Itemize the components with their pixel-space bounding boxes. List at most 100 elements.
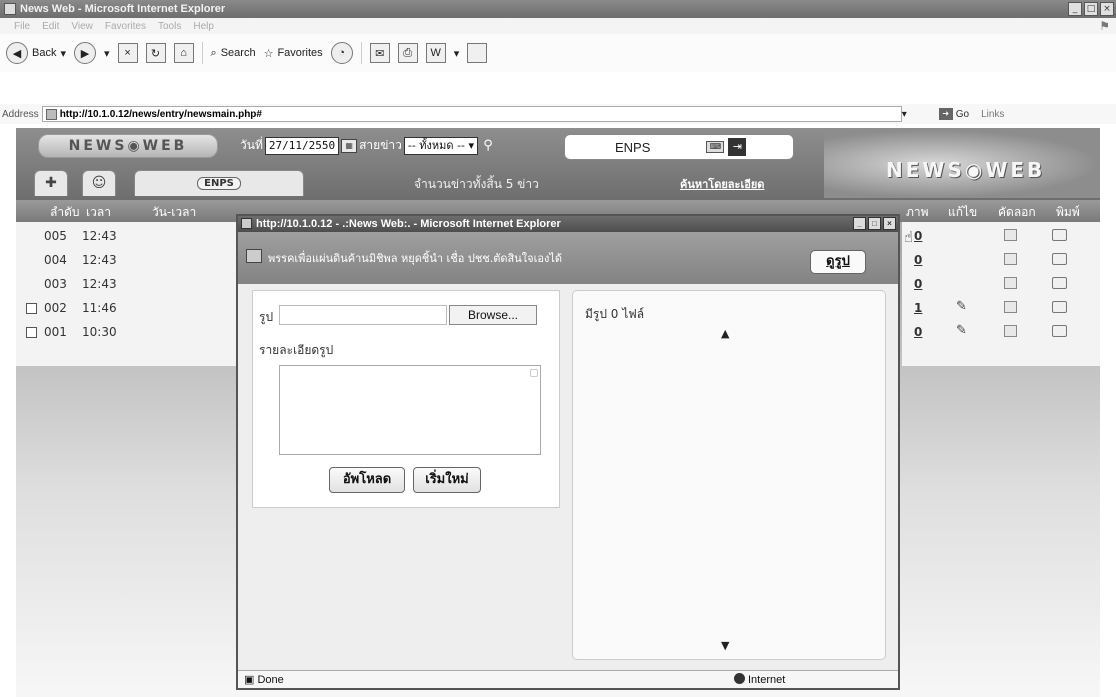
row-time: 12:43 bbox=[82, 253, 117, 267]
ie-titlebar: News Web - Microsoft Internet Explorer _… bbox=[0, 0, 1116, 18]
print-icon[interactable] bbox=[1052, 301, 1067, 313]
tab-enps[interactable]: ENPS bbox=[134, 170, 304, 196]
mail-icon[interactable]: ✉ bbox=[369, 43, 390, 63]
go-button[interactable]: ➜ Go bbox=[938, 108, 970, 120]
chevron-down-icon[interactable]: ▾ bbox=[60, 47, 66, 60]
picture-description-textarea[interactable] bbox=[279, 365, 541, 455]
users-tab[interactable]: ☺ bbox=[82, 170, 116, 196]
pics-link[interactable]: 0 bbox=[914, 253, 922, 267]
copy-icon[interactable] bbox=[1004, 229, 1017, 241]
calendar-icon[interactable]: ▦ bbox=[341, 138, 358, 153]
picture-files-panel: มีรูป 0 ไฟล์ ▲ ▼ bbox=[572, 290, 886, 660]
actions-row: 0 bbox=[902, 272, 1100, 296]
col-print: พิมพ์ bbox=[1056, 205, 1080, 219]
row-number: 005 bbox=[44, 229, 67, 243]
logout-icon[interactable]: ⇥ bbox=[728, 138, 747, 156]
home-icon[interactable]: ⌂ bbox=[173, 43, 194, 63]
popup-titlebar: http://10.1.0.12 - .:News Web:. - Micros… bbox=[238, 216, 898, 232]
table-row[interactable]: 004 12:43 bbox=[16, 248, 238, 272]
upload-panel: รูป Browse... รายละเอียดรูป อัพโหลด เริ่… bbox=[252, 290, 560, 508]
window-controls: _ □ × bbox=[1068, 2, 1114, 16]
back-button[interactable]: ◀ Back ▾ bbox=[6, 42, 66, 64]
view-pictures-button[interactable]: ดูรูป bbox=[810, 250, 866, 274]
upload-button[interactable]: อัพโหลด bbox=[329, 467, 405, 493]
table-row[interactable]: 001 10:30 bbox=[16, 320, 238, 344]
news-list: 005 12:43 004 12:43 003 12:43 002 11:46 … bbox=[16, 222, 238, 366]
pics-link[interactable]: 1 bbox=[914, 301, 922, 315]
menu-file[interactable]: File bbox=[14, 21, 30, 32]
popup-minimize-button[interactable]: _ bbox=[853, 217, 866, 230]
print-icon[interactable]: ⎙ bbox=[397, 43, 418, 63]
print-icon[interactable] bbox=[1052, 277, 1067, 289]
back-arrow-icon: ◀ bbox=[6, 42, 28, 64]
row-checkbox[interactable] bbox=[26, 302, 37, 314]
menu-edit[interactable]: Edit bbox=[42, 21, 59, 32]
maximize-button[interactable]: □ bbox=[1084, 2, 1098, 16]
news-headline: พรรคเพื่อแผ่นดินค้านมิชิพล หยุดชิ้นำ เชื… bbox=[268, 252, 563, 265]
menu-help[interactable]: Help bbox=[193, 21, 214, 32]
pics-link[interactable]: 0 bbox=[914, 229, 922, 243]
chevron-down-icon[interactable]: ▾ bbox=[104, 47, 110, 60]
add-news-tab[interactable]: ✚ bbox=[34, 170, 68, 196]
print-icon[interactable] bbox=[1052, 253, 1067, 265]
search-button[interactable]: ⌕ Search bbox=[211, 47, 256, 60]
word-icon[interactable]: W bbox=[425, 43, 446, 63]
advanced-search-link[interactable]: ค้นหาโดยละเอียด bbox=[680, 175, 764, 193]
date-input[interactable]: 27/11/2550 bbox=[264, 136, 340, 155]
menu-tools[interactable]: Tools bbox=[158, 21, 181, 32]
keyboard-icon[interactable]: ⌨ bbox=[706, 141, 725, 153]
copy-icon[interactable] bbox=[1004, 277, 1017, 289]
print-icon[interactable] bbox=[1052, 229, 1067, 241]
pics-link[interactable]: 0 bbox=[914, 277, 922, 291]
col-time: เวลา bbox=[86, 205, 111, 219]
address-dropdown-icon[interactable]: ▾ bbox=[902, 109, 907, 120]
search-label: Search bbox=[220, 47, 256, 59]
popup-close-button[interactable]: × bbox=[883, 217, 896, 230]
close-button[interactable]: × bbox=[1100, 2, 1114, 16]
popup-maximize-button[interactable]: □ bbox=[868, 217, 881, 230]
stop-icon[interactable]: × bbox=[117, 43, 138, 63]
address-input[interactable]: http://10.1.0.12/news/entry/newsmain.php… bbox=[41, 106, 902, 122]
windows-logo-icon: ⚑ bbox=[1099, 19, 1110, 33]
copy-icon[interactable] bbox=[1004, 253, 1017, 265]
pencil-icon[interactable]: ✎ bbox=[956, 323, 967, 338]
go-label: Go bbox=[955, 108, 970, 120]
copy-icon[interactable] bbox=[1004, 325, 1017, 337]
copy-icon[interactable] bbox=[1004, 301, 1017, 313]
col-edit: แก้ไข bbox=[948, 205, 978, 219]
address-bar: Address http://10.1.0.12/news/entry/news… bbox=[0, 104, 1116, 124]
table-row[interactable]: 002 11:46 bbox=[16, 296, 238, 320]
col-order: ลำดับ bbox=[50, 205, 80, 219]
forward-button[interactable]: ▶ bbox=[74, 42, 96, 64]
ie-toolbar: ◀ Back ▾ ▶ ▾ × ↻ ⌂ ⌕ Search ☆ Favorites … bbox=[0, 34, 1116, 72]
actions-row: 0 ✎ bbox=[902, 320, 1100, 344]
scroll-down-icon[interactable]: ▼ bbox=[721, 639, 729, 652]
menu-view[interactable]: View bbox=[71, 21, 93, 32]
news-line-select[interactable]: -- ทั้งหมด -- ▾ bbox=[403, 136, 479, 155]
reset-button[interactable]: เริ่มใหม่ bbox=[413, 467, 481, 493]
links-button[interactable]: Links bbox=[981, 109, 1004, 120]
table-row[interactable]: 005 12:43 bbox=[16, 224, 238, 248]
menu-favorites[interactable]: Favorites bbox=[105, 21, 146, 32]
favorites-button[interactable]: ☆ Favorites bbox=[264, 47, 323, 60]
minimize-button[interactable]: _ bbox=[1068, 2, 1082, 16]
browse-button[interactable]: Browse... bbox=[449, 305, 537, 325]
pencil-icon[interactable]: ✎ bbox=[956, 299, 967, 314]
search-icon[interactable]: ⚲ bbox=[480, 138, 496, 154]
picture-popup-window: http://10.1.0.12 - .:News Web:. - Micros… bbox=[236, 214, 900, 690]
discuss-icon[interactable] bbox=[467, 43, 488, 63]
chevron-down-icon[interactable]: ▾ bbox=[454, 47, 460, 60]
scroll-up-icon[interactable]: ▲ bbox=[721, 327, 729, 340]
row-checkbox[interactable] bbox=[26, 326, 37, 338]
refresh-icon[interactable]: ↻ bbox=[145, 43, 166, 63]
window-title: News Web - Microsoft Internet Explorer bbox=[20, 3, 226, 15]
textarea-resize-handle[interactable] bbox=[530, 369, 538, 377]
table-row[interactable]: 003 12:43 bbox=[16, 272, 238, 296]
file-path-input[interactable] bbox=[279, 305, 447, 325]
pics-link[interactable]: 0 bbox=[914, 325, 922, 339]
print-icon[interactable] bbox=[1052, 325, 1067, 337]
page-done-icon: ▣ bbox=[244, 674, 258, 686]
row-time: 10:30 bbox=[82, 325, 117, 339]
history-icon[interactable]: ◔ bbox=[330, 42, 353, 64]
banner-logo-text: NEWS◉WEB bbox=[886, 158, 1046, 182]
